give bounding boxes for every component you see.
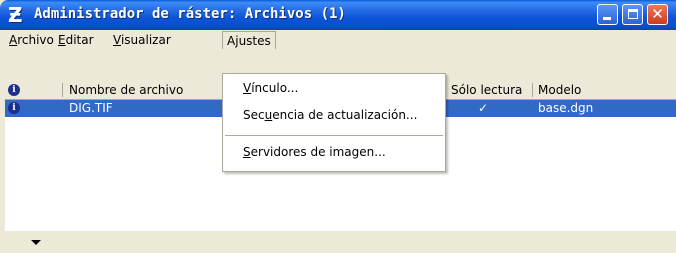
column-header-readonly[interactable]: Sólo lectura xyxy=(451,81,531,99)
menu-archivo[interactable]: Archivo xyxy=(9,33,54,47)
cell-readonly-check: ✓ xyxy=(478,101,489,115)
menu-item-secuencia-actualizacion[interactable]: Secuencia de actualización... xyxy=(243,108,417,122)
menu-separator xyxy=(225,135,443,136)
info-icon: i xyxy=(8,102,20,114)
ajustes-dropdown-menu: Vínculo... Secuencia de actualización...… xyxy=(222,73,446,172)
title-bar[interactable]: Ƶ Administrador de ráster: Archivos (1) … xyxy=(0,0,676,30)
minimize-icon xyxy=(603,17,611,20)
raster-manager-window: Ƶ Administrador de ráster: Archivos (1) … xyxy=(0,0,676,253)
column-header-model[interactable]: Modelo xyxy=(538,81,676,99)
column-header-filename[interactable]: Nombre de archivo xyxy=(69,81,229,99)
menu-ajustes[interactable]: Ajustes xyxy=(222,31,276,49)
status-bar xyxy=(0,232,676,253)
menu-item-servidores-imagen[interactable]: Servidores de imagen... xyxy=(243,145,386,159)
minimize-button[interactable] xyxy=(597,4,618,25)
menu-editar[interactable]: Editar xyxy=(58,33,94,47)
menu-visualizar[interactable]: Visualizar xyxy=(113,33,171,47)
maximize-icon xyxy=(628,9,638,19)
cell-model: base.dgn xyxy=(538,101,594,115)
close-button[interactable]: ✕ xyxy=(647,4,668,25)
info-column-icon: i xyxy=(8,84,20,96)
chevron-down-icon[interactable] xyxy=(31,240,41,245)
microstation-app-icon: Ƶ xyxy=(8,3,23,27)
menu-item-vinculo[interactable]: Vínculo... xyxy=(243,81,298,95)
maximize-button[interactable] xyxy=(622,4,643,25)
cell-filename: DIG.TIF xyxy=(69,101,113,115)
close-icon: ✕ xyxy=(651,5,664,23)
window-title: Administrador de ráster: Archivos (1) xyxy=(34,6,346,22)
menu-bar: Archivo Editar Visualizar Ajustes xyxy=(0,30,676,51)
